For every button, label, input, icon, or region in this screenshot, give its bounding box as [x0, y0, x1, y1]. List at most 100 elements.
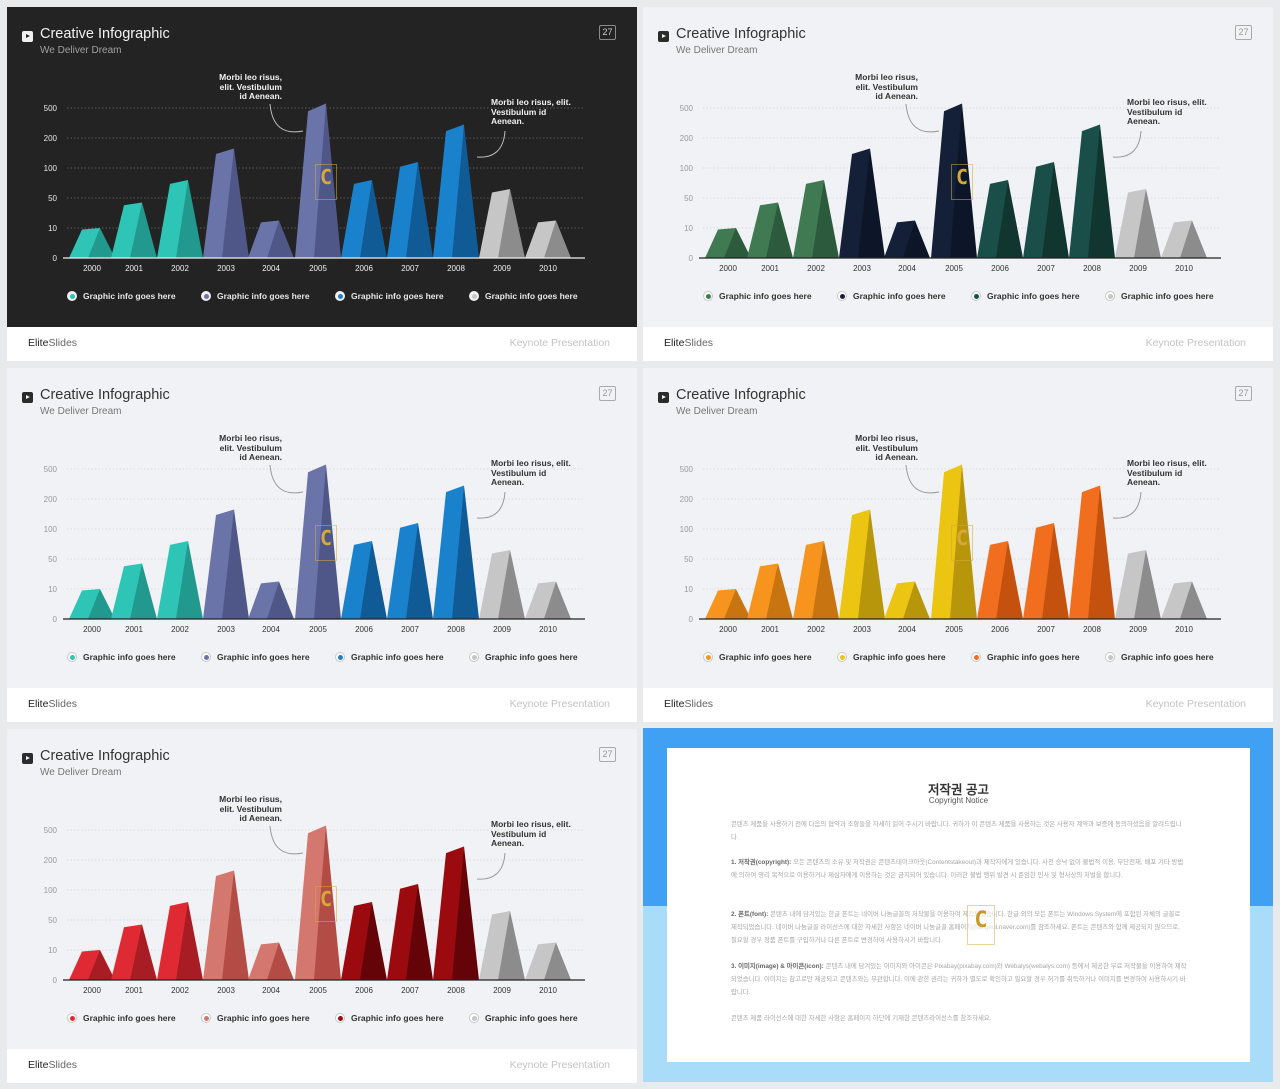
slide-footer: EliteSlides Keynote Presentation — [643, 688, 1273, 722]
bar-2010 — [525, 942, 571, 980]
legend-dot-icon — [201, 291, 211, 301]
footer-caption: Keynote Presentation — [509, 1059, 610, 1071]
chart-legend: Graphic info goes here Graphic info goes … — [643, 291, 1273, 307]
annotation-connector — [1112, 491, 1142, 519]
legend-item: Graphic info goes here — [67, 1013, 176, 1023]
x-tick-label: 2006 — [355, 625, 373, 634]
chart-annotation: Morbi leo risus, elit. Vestibulum id Aen… — [219, 794, 282, 823]
slide-1[interactable]: Creative Infographic We Deliver Dream 27… — [7, 7, 637, 361]
legend-item: Graphic info goes here — [201, 1013, 310, 1023]
chart-legend: Graphic info goes here Graphic info goes … — [7, 652, 637, 668]
chart-annotation: Morbi leo risus, elit. Vestibulum id Aen… — [855, 433, 918, 462]
footer-brand-light: Slides — [48, 1059, 78, 1071]
legend-label: Graphic info goes here — [853, 652, 946, 662]
notice-intro: 콘텐츠 제품을 사용하기 전에 다음의 협약과 조항들을 자세히 읽어 주시기 … — [731, 821, 1182, 841]
notice-subtitle: Copyright Notice — [928, 796, 989, 805]
y-tick-label: 200 — [680, 495, 694, 504]
legend-dot-icon — [469, 291, 479, 301]
x-tick-label: 2000 — [719, 264, 737, 273]
legend-label: Graphic info goes here — [351, 652, 444, 662]
legend-item: Graphic info goes here — [335, 291, 444, 301]
x-tick-label: 2009 — [493, 264, 511, 273]
annotation-connector — [1112, 130, 1142, 158]
legend-dot-icon — [837, 652, 847, 662]
x-tick-label: 2010 — [539, 986, 557, 995]
bar-2003 — [203, 870, 249, 980]
bar-2008 — [433, 846, 479, 980]
chart-annotation: Morbi leo risus, elit. Vestibulum id Aen… — [219, 72, 282, 101]
legend-dot-icon — [1105, 652, 1115, 662]
x-tick-label: 2009 — [1129, 625, 1147, 634]
x-tick-label: 2003 — [853, 625, 871, 634]
legend-item: Graphic info goes here — [201, 291, 310, 301]
legend-label: Graphic info goes here — [83, 291, 176, 301]
bar-2006 — [341, 541, 387, 619]
bar-2007 — [1023, 523, 1069, 619]
footer-brand-bold: Elite — [664, 698, 685, 710]
watermark-logo: C — [967, 905, 995, 945]
notice-item: 2. 폰트(font): 콘텐츠 내에 담겨있는 한글 폰트는 네이버 나눔글꼴… — [731, 909, 1187, 947]
y-tick-label: 200 — [44, 495, 58, 504]
bar-2007 — [1023, 162, 1069, 258]
notice-item-heading: 1. 저작권(copyright): — [731, 859, 792, 866]
bar-2009 — [1115, 550, 1161, 619]
x-tick-label: 2010 — [539, 625, 557, 634]
footer-brand: EliteSlides — [28, 1059, 77, 1071]
legend-dot-icon — [201, 652, 211, 662]
x-tick-label: 2000 — [719, 625, 737, 634]
x-tick-label: 2002 — [171, 264, 189, 273]
legend-label: Graphic info goes here — [217, 652, 310, 662]
slide-3[interactable]: Creative Infographic We Deliver Dream 27… — [7, 368, 637, 722]
legend-dot-icon — [1105, 291, 1115, 301]
x-tick-label: 2006 — [355, 264, 373, 273]
legend-dot-icon — [971, 652, 981, 662]
x-tick-label: 2000 — [83, 986, 101, 995]
legend-dot-icon — [201, 1013, 211, 1023]
bar-2004 — [248, 581, 294, 619]
notice-item-body: 콘텐츠 내에 담겨있는 한글 폰트는 네이버 나눔글꼴의 저작물을 이용하여 제… — [731, 911, 1181, 944]
bar-2001 — [747, 202, 793, 258]
y-tick-label: 0 — [53, 254, 58, 263]
watermark-letter: C — [974, 908, 988, 933]
chart-annotation: Morbi leo risus, elit. Vestibulum id Aen… — [491, 458, 571, 487]
chart-annotation: Morbi leo risus, elit. Vestibulum id Aen… — [1127, 458, 1207, 487]
x-tick-label: 2004 — [262, 625, 280, 634]
legend-item: Graphic info goes here — [1105, 652, 1214, 662]
footer-caption: Keynote Presentation — [509, 337, 610, 349]
x-tick-label: 2002 — [171, 986, 189, 995]
slide-footer: EliteSlides Keynote Presentation — [643, 327, 1273, 361]
legend-item: Graphic info goes here — [1105, 291, 1214, 301]
x-tick-label: 2006 — [991, 264, 1009, 273]
x-tick-label: 2003 — [217, 625, 235, 634]
bar-2001 — [111, 563, 157, 619]
slide-5[interactable]: Creative Infographic We Deliver Dream 27… — [7, 729, 637, 1083]
y-tick-label: 50 — [684, 194, 693, 203]
watermark-letter: C — [955, 165, 969, 189]
y-tick-label: 100 — [44, 886, 58, 895]
bar-2010 — [1161, 220, 1207, 258]
y-tick-label: 500 — [44, 104, 58, 113]
bar-2006 — [341, 180, 387, 258]
x-tick-label: 2003 — [217, 986, 235, 995]
legend-item: Graphic info goes here — [67, 291, 176, 301]
legend-label: Graphic info goes here — [217, 1013, 310, 1023]
slide-2[interactable]: Creative Infographic We Deliver Dream 27… — [643, 7, 1273, 361]
x-tick-label: 2010 — [1175, 625, 1193, 634]
legend-dot-icon — [971, 291, 981, 301]
footer-brand-light: Slides — [684, 337, 714, 349]
watermark-logo: C — [315, 886, 337, 922]
slide-body: Creative Infographic We Deliver Dream 27… — [7, 7, 637, 327]
slide-4[interactable]: Creative Infographic We Deliver Dream 27… — [643, 368, 1273, 722]
slide-body: Creative Infographic We Deliver Dream 27… — [643, 368, 1273, 688]
watermark-letter: C — [955, 526, 969, 550]
footer-brand-bold: Elite — [28, 1059, 49, 1071]
x-tick-label: 2007 — [1037, 625, 1055, 634]
legend-dot-icon — [67, 652, 77, 662]
copyright-notice-slide[interactable]: 저작권 공고 Copyright Notice 콘텐츠 제품을 사용하기 전에 … — [643, 728, 1273, 1082]
legend-label: Graphic info goes here — [351, 1013, 444, 1023]
y-tick-label: 200 — [680, 134, 694, 143]
y-tick-label: 50 — [48, 916, 57, 925]
bar-2006 — [977, 180, 1023, 258]
y-tick-label: 200 — [44, 134, 58, 143]
y-tick-label: 10 — [684, 224, 693, 233]
